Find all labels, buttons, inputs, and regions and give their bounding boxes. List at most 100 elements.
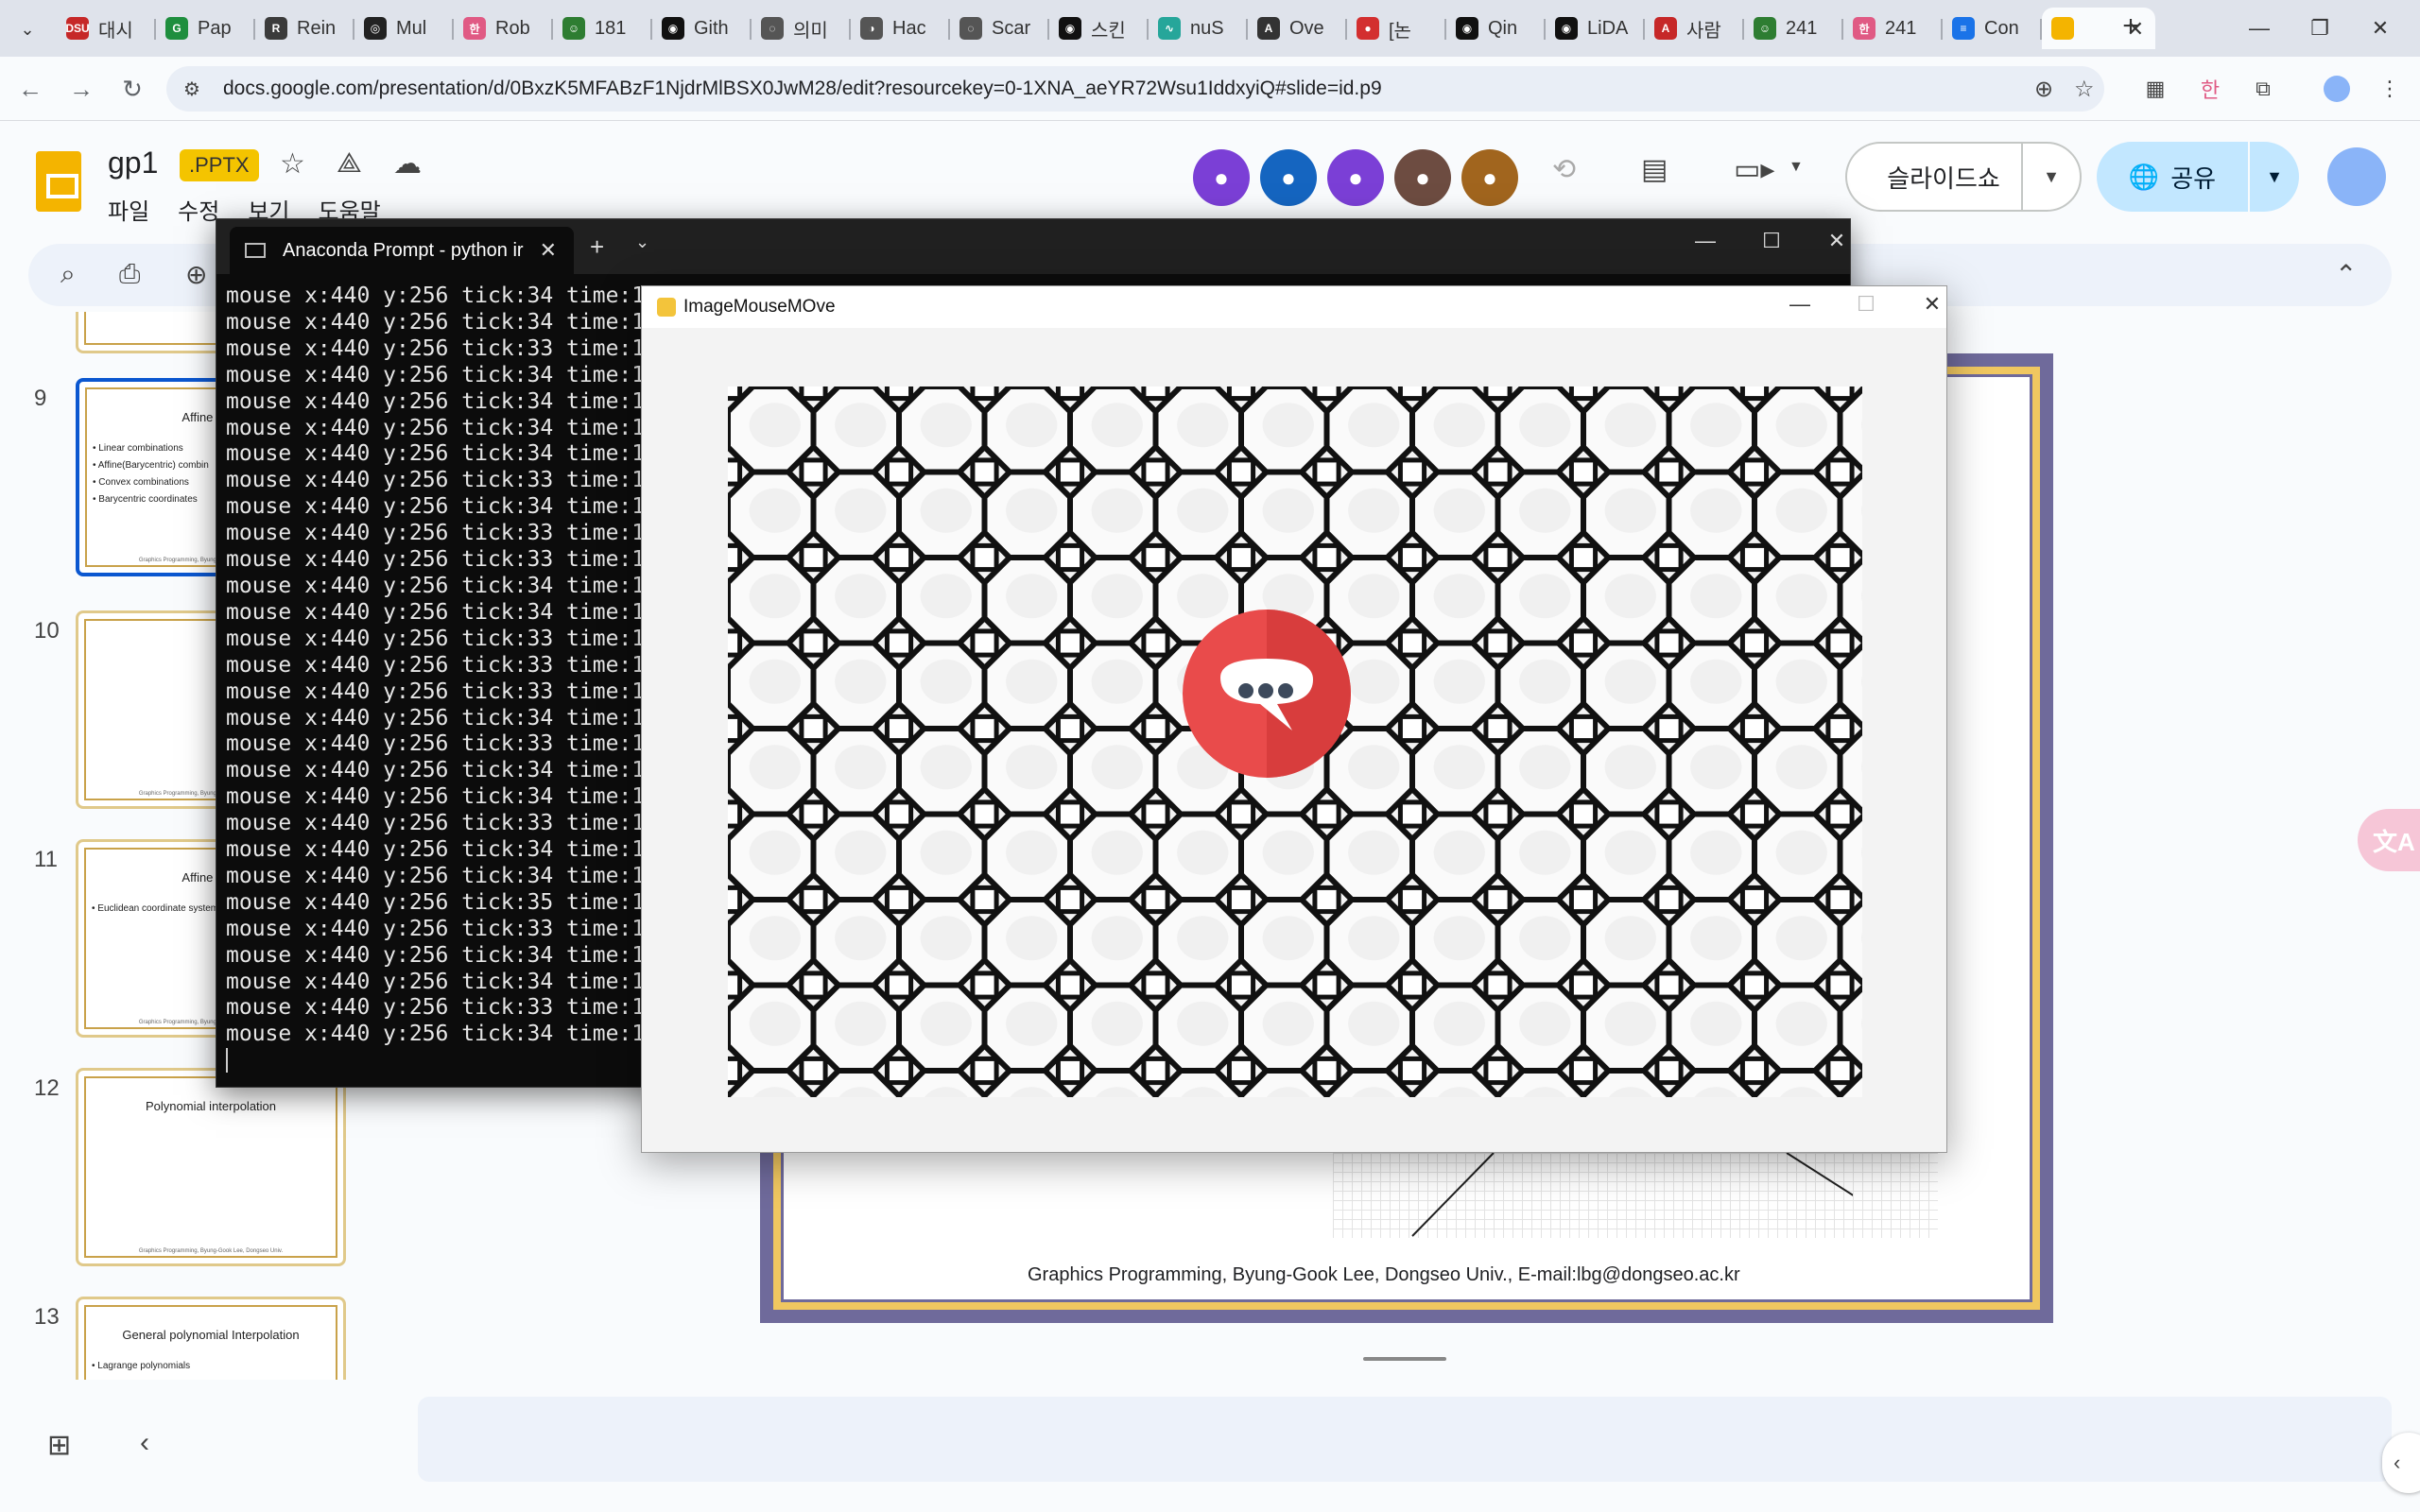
user-avatar[interactable] [2327, 147, 2386, 206]
slideshow-button[interactable]: 슬라이드쇼 [1845, 142, 2040, 212]
address-bar[interactable]: ⚙ docs.google.com/presentation/d/0BxzK5M… [166, 66, 2104, 112]
version-history-icon[interactable]: ⟲ [1552, 153, 1576, 186]
zoom-icon[interactable]: ⊕ [185, 259, 207, 290]
horse-avatar[interactable]: ● [1461, 149, 1518, 206]
qr-extension-icon[interactable]: ▦ [2138, 72, 2172, 106]
terminal-icon [245, 243, 266, 258]
terminal-output[interactable]: mouse x:440 y:256 tick:34 time:1 mouse x:… [226, 284, 645, 1080]
collapse-toolbar-icon[interactable]: ⌃ [2335, 259, 2357, 290]
grid-view-icon[interactable]: ⊞ [47, 1429, 71, 1462]
slideshow-dropdown-icon[interactable]: ▼ [2021, 142, 2082, 212]
pygame-window[interactable]: ImageMouseMOve — ☐ ✕ [641, 285, 1947, 1153]
browser-tab[interactable]: ◎ Mul [354, 8, 454, 49]
browser-tab[interactable]: ◉ LiDA [1546, 8, 1645, 49]
terminal-tab-close-icon[interactable]: ✕ [540, 238, 557, 263]
browser-tab[interactable]: ◉ Qin [1446, 8, 1546, 49]
thumb-bullet: • Barycentric coordinates [93, 494, 198, 505]
terminal-minimize-icon[interactable]: — [1686, 229, 1724, 253]
slide-footer-text: Graphics Programming, Byung-Gook Lee, Do… [1028, 1264, 1740, 1285]
terminal-new-tab-icon[interactable]: + [590, 232, 604, 262]
bookmark-star-icon[interactable]: ☆ [2074, 76, 2095, 103]
format-badge: .PPTX [180, 149, 259, 181]
cloud-status-icon[interactable]: ☁ [393, 147, 422, 180]
forward-icon[interactable]: → [62, 70, 100, 108]
star-icon[interactable]: ☆ [280, 147, 305, 180]
print-icon[interactable]: ⎙ [119, 259, 140, 290]
pygame-close-icon[interactable]: ✕ [1913, 292, 1951, 317]
bat-avatar[interactable]: ● [1327, 149, 1384, 206]
tab-label: 181 [595, 17, 627, 39]
profile-avatar-icon[interactable] [2320, 72, 2354, 106]
browser-tab[interactable]: A 사람 [1645, 8, 1744, 49]
browser-tab[interactable]: ◉ 스킨 [1049, 8, 1149, 49]
tab-label: 대시 [98, 20, 133, 42]
tab-search-icon[interactable]: ⌄ [11, 13, 43, 45]
browser-tab[interactable]: ● [논 [1347, 8, 1446, 49]
share-dropdown-icon[interactable]: ▼ [2248, 142, 2299, 212]
terminal-dropdown-icon[interactable]: ⌄ [635, 232, 649, 252]
browser-tab[interactable]: 한 241 [1843, 8, 1943, 49]
menu-file[interactable]: 파일 [108, 193, 149, 226]
browser-tab[interactable]: ◌ 의미 [752, 8, 851, 49]
pygame-window-title: ImageMouseMOve [683, 297, 836, 317]
fox-avatar[interactable]: ● [1193, 149, 1250, 206]
terminal-line: mouse x:440 y:256 tick:33 time:1 [226, 811, 646, 836]
comments-icon[interactable]: ▤ [1641, 153, 1668, 186]
thumb-bullets: • Linear combinations • Affine(Barycentri… [93, 440, 209, 508]
back-icon[interactable]: ← [11, 70, 49, 108]
tab-favicon-icon: ● [1357, 17, 1379, 40]
url-text[interactable]: docs.google.com/presentation/d/0BxzK5MFA… [223, 77, 1382, 100]
terminal-maximize-icon[interactable]: ☐ [1753, 229, 1790, 253]
meet-dropdown-icon[interactable]: ▼ [1789, 159, 1804, 176]
browser-tab[interactable]: R Rein [255, 8, 354, 49]
tab-favicon-icon: ◉ [1555, 17, 1578, 40]
pygame-minimize-icon[interactable]: — [1781, 292, 1819, 317]
site-info-icon[interactable]: ⚙ [183, 77, 200, 101]
terminal-close-icon[interactable]: ✕ [1818, 229, 1856, 253]
restore-icon[interactable]: ❐ [2301, 9, 2339, 47]
extensions-puzzle-icon[interactable]: ⧉ [2246, 72, 2280, 106]
slide-thumbnail[interactable]: General polynomial Interpolation • Lagran… [76, 1297, 346, 1380]
speaker-notes[interactable] [418, 1397, 2392, 1482]
slide-number: 11 [34, 847, 58, 872]
browser-tab[interactable]: ≡ Con [1943, 8, 2042, 49]
meet-camera-icon[interactable]: ▭▸ [1734, 153, 1774, 186]
browser-tab-strip: ⌄ DSU 대시 G Pap R Rein ◎ Mul 한 Rob ☺ 181 ◉ Gith ◌ 의미 ◑ Hac… [0, 0, 2420, 57]
nyan-avatar[interactable]: ● [1394, 149, 1451, 206]
minimize-icon[interactable]: — [2240, 9, 2278, 47]
browser-tab[interactable]: ◌ Scar [950, 8, 1049, 49]
search-menus-icon[interactable]: ⌕ [60, 259, 76, 290]
browser-tab[interactable]: ◉ Gith [652, 8, 752, 49]
collapse-filmstrip-icon[interactable]: ‹ [140, 1427, 149, 1459]
share-button[interactable]: 🌐 공유 [2097, 142, 2248, 212]
browser-menu-icon[interactable]: ⋮ [2373, 72, 2407, 106]
translate-extension-icon[interactable]: 한 [2193, 72, 2227, 106]
browser-tab[interactable]: 한 Rob [454, 8, 553, 49]
terminal-line: mouse x:440 y:256 tick:34 time:1 [226, 705, 646, 730]
terminal-line: mouse x:440 y:256 tick:33 time:1 [226, 995, 646, 1021]
tab-favicon-icon: A [1257, 17, 1280, 40]
browser-tab[interactable]: ∿ nuS [1149, 8, 1248, 49]
terminal-line: mouse x:440 y:256 tick:34 time:1 [226, 969, 646, 994]
close-window-icon[interactable]: ✕ [2361, 9, 2399, 47]
browser-tab[interactable]: DSU 대시 [57, 8, 156, 49]
document-title[interactable]: gp1 [108, 146, 158, 180]
tab-label: Mul [396, 17, 427, 39]
browser-tab[interactable]: A Ove [1248, 8, 1347, 49]
zoom-icon[interactable]: ⊕ [2034, 76, 2053, 103]
browser-tab[interactable]: ◑ Hac [851, 8, 950, 49]
menu-edit[interactable]: 수정 [178, 193, 219, 226]
new-tab-button[interactable]: + [2114, 9, 2148, 43]
slides-logo-icon[interactable] [36, 151, 81, 212]
ghost-avatar[interactable]: ● [1260, 149, 1317, 206]
browser-tab[interactable]: G Pap [156, 8, 255, 49]
terminal-tab[interactable]: Anaconda Prompt - python ir ✕ [230, 227, 574, 274]
reload-icon[interactable]: ↻ [113, 70, 151, 108]
browser-tab[interactable]: ☺ 241 [1744, 8, 1843, 49]
side-panel-expand-icon[interactable]: ‹ [2382, 1433, 2420, 1493]
translate-floating-icon[interactable]: 文A [2358, 809, 2420, 871]
browser-tab[interactable]: ☺ 181 [553, 8, 652, 49]
slide-thumbnail[interactable]: Polynomial interpolation Graphics Program… [76, 1068, 346, 1266]
move-to-drive-icon[interactable]: ⟁ [337, 147, 362, 180]
tab-label: 241 [1885, 17, 1917, 39]
